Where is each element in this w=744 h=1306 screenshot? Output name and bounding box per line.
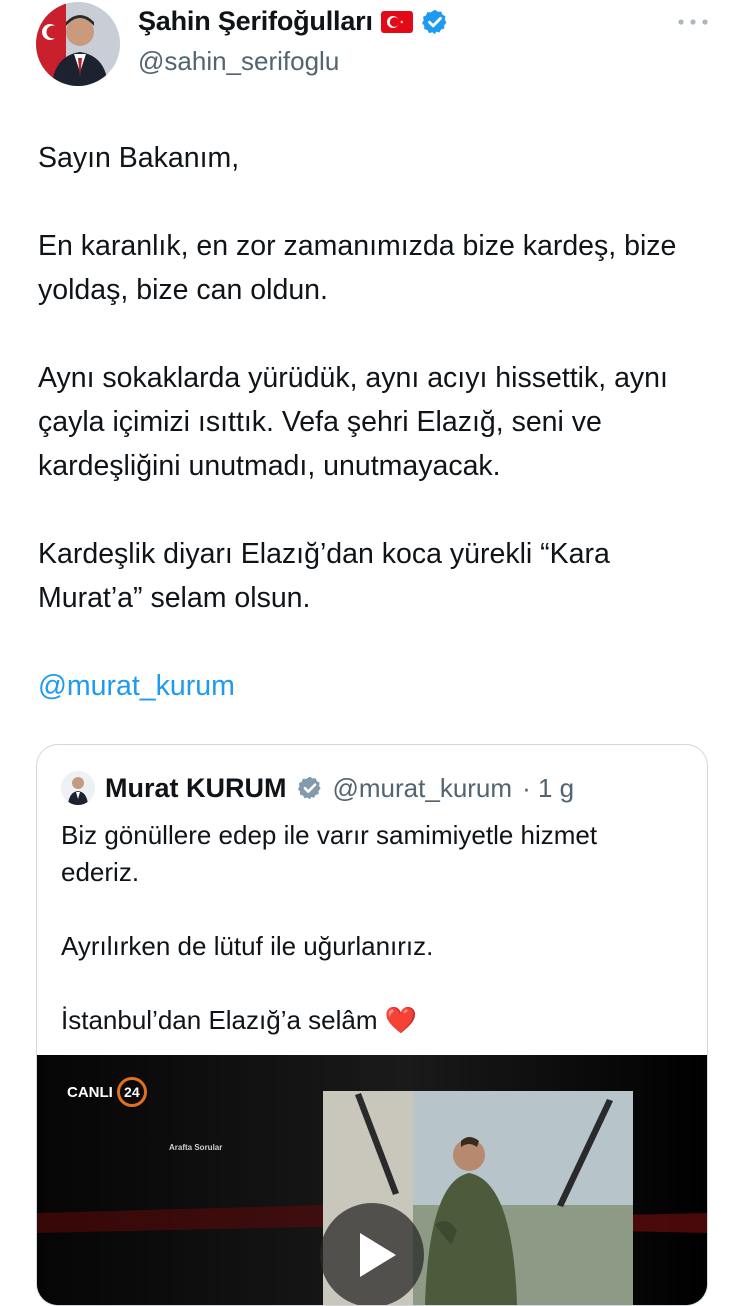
tweet-paragraph: En karanlık, en zor zamanımızda bize kar…: [38, 230, 677, 306]
mention-link[interactable]: @murat_kurum: [38, 670, 235, 702]
play-button[interactable]: [320, 1203, 424, 1305]
quoted-tweet[interactable]: Murat KURUM @murat_kurum · 1 g Biz gönül…: [36, 744, 708, 1306]
channel-number-badge: 24: [116, 1077, 147, 1107]
channel-label: CANLI: [67, 1083, 113, 1101]
quoted-author-avatar[interactable]: [61, 771, 95, 805]
tweet-paragraph: Aynı sokaklarda yürüdük, aynı acıyı hiss…: [38, 362, 668, 482]
tweet-paragraph: Kardeşlik diyarı Elazığ’dan koca yürekli…: [38, 538, 610, 614]
quoted-author-handle[interactable]: @murat_kurum: [333, 773, 513, 804]
tweet-paragraph: Sayın Bakanım,: [38, 142, 240, 174]
quoted-paragraph: Biz gönüllere edep ile varır samimiyetle…: [61, 820, 598, 887]
channel-logo: CANLI 24: [67, 1077, 147, 1107]
quoted-tweet-text: Biz gönüllere edep ile varır samimiyetle…: [61, 817, 681, 1039]
author-name-text: Şahin Şerifoğulları: [138, 6, 373, 36]
quoted-author-name[interactable]: Murat KURUM: [105, 773, 287, 804]
program-name: Arafta Sorular: [169, 1143, 223, 1152]
play-icon: [360, 1233, 396, 1277]
quoted-tweet-header: Murat KURUM @murat_kurum · 1 g: [61, 771, 574, 805]
verified-badge-icon: [421, 9, 447, 34]
author-name[interactable]: Şahin Şerifoğulları: [138, 6, 449, 37]
video-media[interactable]: CANLI 24 Arafta Sorular: [37, 1055, 707, 1305]
turkey-flag-icon: [380, 10, 413, 33]
quoted-tweet-time[interactable]: · 1 g: [522, 773, 574, 804]
quoted-paragraph: İstanbul’dan Elazığ’a selâm ❤️: [61, 1005, 418, 1035]
gray-verified-badge-icon: [297, 776, 321, 800]
author-avatar[interactable]: [36, 2, 120, 86]
quoted-paragraph: Ayrılırken de lütuf ile uğurlanırız.: [61, 931, 434, 961]
author-handle[interactable]: @sahin_serifoglu: [138, 46, 339, 77]
more-options-icon[interactable]: [676, 12, 710, 32]
tweet-text: Sayın Bakanım, En karanlık, en zor zaman…: [38, 136, 708, 708]
